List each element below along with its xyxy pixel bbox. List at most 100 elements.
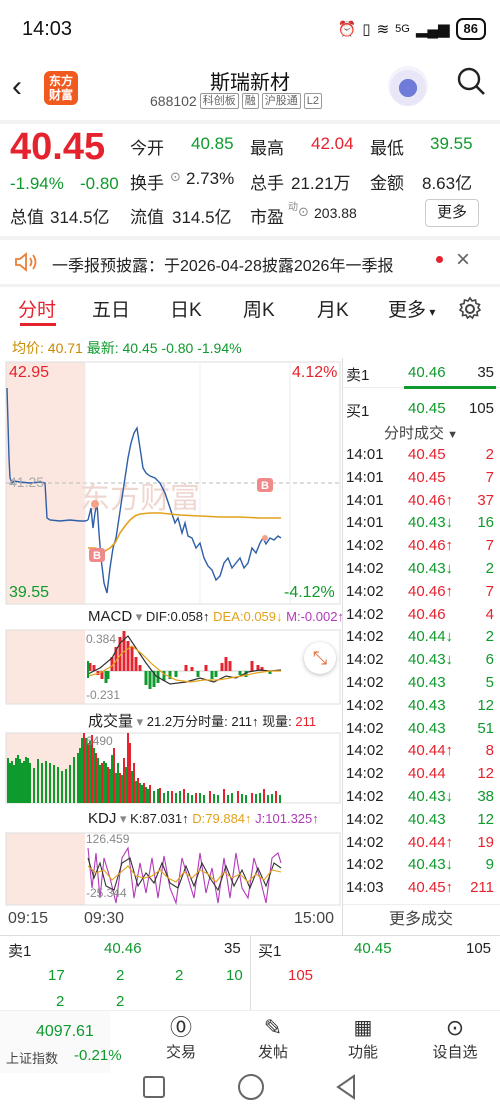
battery-icon: 86 [455, 18, 486, 40]
pct-axis-high: 4.12% [292, 364, 338, 381]
tick-row: 14:01 40.45 2 [342, 446, 500, 469]
signal-marker [91, 500, 99, 508]
settings-gear-icon[interactable] [457, 296, 483, 322]
turnover-value: 2.73% [186, 169, 235, 188]
pe-info-icon[interactable]: ⊙ [298, 204, 309, 220]
back-nav-icon[interactable] [334, 1074, 358, 1100]
bottom-buy1-price: 40.45 [354, 940, 392, 957]
tick-price: 40.43 [408, 674, 446, 691]
bottom-sell1-price: 40.46 [104, 940, 142, 957]
macd-axis-top: 0.384 [86, 632, 117, 646]
network-label: 5G [395, 23, 410, 35]
tick-time: 14:03 [346, 879, 384, 897]
tab-intraday[interactable]: 分时 [18, 295, 56, 322]
tick-row: 14:02 40.44↑ 19 [342, 834, 500, 857]
sell-queue-order: 2 [116, 967, 125, 984]
tick-price: 40.44↓ [408, 628, 454, 646]
tick-volume: 37 [477, 491, 494, 509]
pe-value: 203.88 [314, 205, 357, 221]
tick-time: 14:02 [346, 674, 384, 691]
tab-monthly-k[interactable]: 月K [317, 295, 349, 322]
open-value: 40.85 [191, 134, 234, 153]
volume-header[interactable]: 成交量 ▾ 21.2万分时量: 211↑ 现量: 211 [88, 710, 316, 731]
tick-row: 14:02 40.43 51 [342, 720, 500, 743]
more-trades-button[interactable]: 更多成交 [342, 904, 500, 934]
tick-volume: 2 [485, 628, 494, 646]
tick-time: 14:02 [346, 651, 384, 669]
tick-row: 14:02 40.46 4 [342, 606, 500, 629]
tick-price: 40.43 [408, 696, 446, 714]
close-icon[interactable]: × [456, 246, 470, 274]
tick-row: 14:02 40.43↓ 9 [342, 856, 500, 879]
tick-price: 40.45 [408, 446, 446, 463]
tick-time: 14:01 [346, 446, 384, 463]
change-pct: -1.94% [10, 174, 64, 193]
price-summary: 均价: 40.71 最新: 40.45 -0.80 -1.94% [12, 338, 242, 358]
alarm-icon: ⏰ [337, 21, 357, 38]
sell1-label: 卖1 [346, 367, 370, 384]
tick-time: 14:01 [346, 514, 384, 532]
search-icon[interactable] [456, 66, 486, 96]
kdj-axis-top: 126.459 [86, 832, 130, 846]
tab-five-day[interactable]: 五日 [92, 295, 130, 322]
tick-time: 14:02 [346, 628, 384, 646]
kdj-label: KDJ [88, 810, 117, 827]
kdj-k: K:87.031↑ [130, 811, 189, 826]
more-quote-button[interactable]: 更多 [425, 199, 479, 227]
tag-connect: 沪股通 [261, 93, 301, 109]
total-cap-label: 总值 [10, 208, 44, 227]
tick-time: 14:01 [346, 468, 384, 486]
kdj-pre-shade [6, 833, 85, 905]
macd-dif: DIF:0.058↑ [145, 609, 210, 624]
sell-queue-order: 2 [175, 967, 184, 984]
tick-price: 40.46 [408, 605, 446, 623]
kdj-j: J:101.325↑ [255, 811, 319, 826]
nav-functions[interactable]: ▦ 功能 [328, 1015, 398, 1062]
assistant-avatar-icon[interactable] [388, 66, 428, 106]
tick-row: 14:02 40.44 12 [342, 765, 500, 788]
buy-marker-label: B [93, 550, 101, 562]
tick-time: 14:02 [346, 719, 384, 737]
tick-volume: 7 [485, 468, 494, 486]
sell-queue-order: 2 [56, 993, 65, 1010]
y-axis-low: 39.55 [9, 584, 50, 601]
status-icons: ⏰ ▯ ≋ 5G ▂▄▆ 86 [338, 18, 486, 40]
macd-header[interactable]: MACD ▾ DIF:0.058↑ DEA:0.059↓ M:-0.002↑ [88, 608, 344, 625]
tick-volume: 51 [477, 719, 494, 737]
tab-weekly-k[interactable]: 周K [243, 295, 275, 322]
index-name: 上证指数 [6, 1051, 59, 1066]
macd-axis-bottom: -0.231 [86, 688, 121, 702]
tick-volume: 38 [477, 788, 494, 805]
tab-more[interactable]: 更多 ▾ [388, 295, 435, 322]
nav-post-label: 发帖 [257, 1044, 288, 1061]
index-ticker[interactable]: 4097.61 上证指数 -0.21% [0, 1011, 122, 1073]
edit-icon: ✎ [263, 1015, 283, 1040]
sell-queue-order: 10 [226, 967, 243, 984]
tab-daily-k[interactable]: 日K [170, 295, 202, 322]
amount-value: 8.63亿 [422, 174, 473, 193]
recent-apps-icon[interactable] [143, 1076, 165, 1098]
tick-list[interactable]: 14:01 40.45 2 14:01 40.45 7 14:01 40.46↑ 37 14:01… [342, 446, 500, 906]
volume-info: 21.2万分时量: [146, 714, 228, 729]
kdj-header[interactable]: KDJ ▾ K:87.031↑ D:79.884↑ J:101.325↑ [88, 810, 319, 827]
nav-add-watchlist[interactable]: ⊙ 设自选 [420, 1015, 490, 1062]
nav-trade[interactable]: ⓪ 交易 [146, 1015, 216, 1062]
ticks-title[interactable]: 分时成交 ▼ [342, 422, 500, 443]
expand-icon[interactable]: ⤡ [304, 642, 336, 674]
info-icon[interactable]: ⊙ [170, 169, 181, 185]
tick-volume: 12 [477, 765, 494, 783]
nav-post[interactable]: ✎ 发帖 [238, 1015, 308, 1062]
tick-row: 14:02 40.43 12 [342, 811, 500, 834]
notice-bar[interactable]: 一季报预披露：于2026-04-28披露2026年一季报 × [0, 240, 500, 284]
tick-price: 40.44↑ [408, 833, 454, 851]
index-change: -0.21% [74, 1047, 122, 1064]
home-icon[interactable] [238, 1074, 264, 1100]
tick-time: 14:02 [346, 810, 384, 828]
latest-label: 最新: [86, 340, 119, 356]
last-price: 40.45 [10, 126, 106, 168]
tick-volume: 16 [477, 514, 494, 532]
tick-price: 40.43↓ [408, 560, 454, 577]
intraday-chart[interactable]: 东方财富 B B [0, 358, 342, 935]
tick-volume: 8 [485, 742, 494, 760]
tick-price: 40.43 [408, 719, 446, 737]
